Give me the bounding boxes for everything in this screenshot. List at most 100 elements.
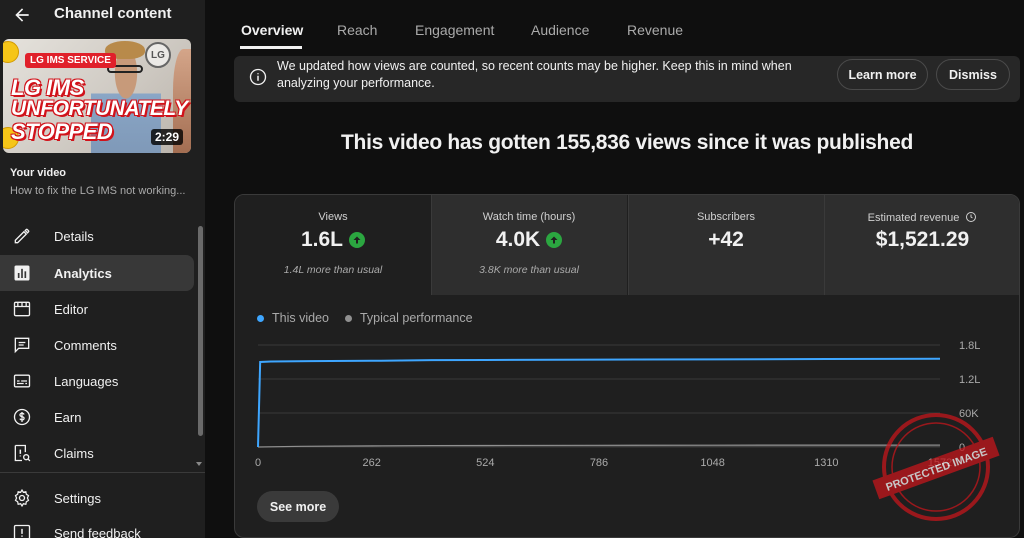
legend-dot (344, 314, 352, 322)
clock-icon (966, 212, 977, 222)
y-tick-label: 1.2L (959, 374, 980, 386)
arrow-up-icon (546, 232, 563, 248)
metric-value: 4.0K (495, 228, 541, 251)
thumbnail-text-line2: UNFORTUNATELY (11, 97, 188, 120)
sidebar-item-editor[interactable]: Editor (0, 291, 194, 327)
pencil-icon (11, 225, 33, 247)
y-tick-label: 1.8L (959, 340, 980, 352)
sidebar-item-send-feedback[interactable]: Send feedback (0, 515, 194, 538)
legend-label: Typical performance (359, 311, 473, 325)
tab-engagement[interactable]: Engagement (415, 22, 494, 38)
banner-message: We updated how views are counted, so rec… (277, 59, 792, 90)
thumbnail-text-line3: STOPPED (11, 119, 113, 144)
metric-label: Subscribers (696, 211, 756, 223)
sidebar-item-label: Earn (54, 409, 82, 425)
sidebar-item-label: Details (54, 228, 94, 244)
sidebar-item-languages[interactable]: Languages (0, 363, 194, 399)
comments-icon (11, 334, 33, 356)
x-tick-label: 1048 (700, 457, 724, 469)
sidebar-scrollbar[interactable] (198, 226, 203, 436)
tab-audience[interactable]: Audience (531, 22, 589, 38)
back-button[interactable] (10, 3, 34, 27)
legend-dot (257, 314, 264, 322)
metric-value: $1,521.29 (875, 228, 970, 251)
sidebar: Channel content LG LG IMS SERVICE LG IMS… (0, 0, 205, 538)
metric-separator (824, 195, 825, 295)
learn-more-button[interactable]: Learn more (837, 59, 928, 90)
metric-separator (431, 195, 432, 295)
metric-comparison: 3.8K more than usual (479, 264, 579, 276)
feedback-icon (11, 522, 33, 538)
sidebar-item-details[interactable]: Details (0, 218, 194, 254)
metric-value: +42 (708, 228, 744, 251)
series-this-video-line (257, 357, 941, 448)
video-title[interactable]: How to fix the LG IMS not working... (10, 185, 195, 197)
sidebar-item-settings[interactable]: Settings (0, 480, 194, 516)
subtitles-icon (11, 370, 33, 392)
stamp-text: PROTECTED IMAGE (884, 446, 989, 494)
analytics-page: Channel content LG LG IMS SERVICE LG IMS… (0, 0, 1024, 538)
metric-value-row: +42 (628, 228, 824, 252)
dollar-icon (11, 406, 33, 428)
emoji-icon (3, 41, 19, 63)
video-duration: 2:29 (150, 129, 183, 145)
video-thumbnail[interactable]: LG LG IMS SERVICE LG IMS UNFORTUNATELY S… (3, 39, 191, 153)
claims-icon (11, 442, 33, 464)
legend-item-this-video[interactable]: This video (257, 311, 329, 325)
legend-item-typical[interactable]: Typical performance (344, 311, 473, 325)
your-video-label: Your video (10, 167, 67, 179)
lg-logo: LG (145, 42, 171, 68)
sidebar-item-label: Claims (54, 445, 94, 461)
metric-value-row: 4.0K (431, 228, 627, 252)
tab-revenue[interactable]: Revenue (627, 22, 683, 38)
sidebar-item-label: Languages (54, 373, 119, 389)
sidebar-item-label: Settings (54, 490, 101, 506)
thumbnail-service-tag: LG IMS SERVICE (25, 53, 116, 68)
metric-separator (628, 195, 629, 295)
metric-tabs: Views 1.6L 1.4L more than usual Watch ti… (235, 195, 1019, 295)
info-icon (249, 68, 267, 86)
metric-watch-time[interactable]: Watch time (hours) 4.0K 3.8K more than u… (431, 195, 627, 295)
page-headline: This video has gotten 155,836 views sinc… (341, 131, 913, 154)
sidebar-divider (0, 472, 205, 473)
x-tick-label: 524 (476, 457, 494, 469)
analytics-icon (11, 262, 33, 284)
sidebar-item-earn[interactable]: Earn (0, 399, 194, 435)
metric-label: Views (318, 211, 348, 223)
x-tick-label: 786 (590, 457, 608, 469)
sidebar-item-analytics[interactable]: Analytics (0, 255, 194, 291)
metric-value-row: 1.6L (235, 228, 431, 252)
metric-views[interactable]: Views 1.6L 1.4L more than usual (235, 195, 431, 295)
editor-icon (11, 298, 33, 320)
sidebar-item-claims[interactable]: Claims (0, 435, 194, 471)
chart-legend: This video Typical performance (257, 311, 489, 325)
legend-label: This video (272, 311, 329, 325)
sidebar-item-label: Analytics (54, 265, 112, 281)
tab-overview[interactable]: Overview (241, 22, 303, 38)
info-banner: We updated how views are counted, so rec… (234, 56, 1020, 102)
sidebar-title: Channel content (54, 5, 172, 22)
sidebar-item-label: Comments (54, 337, 117, 353)
protected-image-stamp: PROTECTED IMAGE (872, 413, 1000, 521)
metric-label-text: Estimated revenue (867, 212, 960, 224)
see-more-button[interactable]: See more (257, 491, 339, 522)
x-tick-label: 262 (362, 457, 380, 469)
sidebar-item-comments[interactable]: Comments (0, 327, 194, 363)
arrow-up-icon (349, 232, 366, 248)
metric-label: Watch time (hours) (482, 211, 576, 223)
sidebar-item-label: Editor (54, 301, 88, 317)
dismiss-button[interactable]: Dismiss (936, 59, 1010, 90)
metric-label: Estimated revenue (824, 211, 1019, 224)
metric-comparison: 1.4L more than usual (283, 264, 383, 276)
x-tick-label: 0 (255, 457, 261, 469)
tab-reach[interactable]: Reach (337, 22, 377, 38)
scroll-down-icon[interactable] (196, 462, 202, 466)
metric-estimated-revenue[interactable]: Estimated revenue $1,521.29 (824, 195, 1019, 295)
sidebar-item-label: Send feedback (54, 525, 141, 538)
gear-icon (11, 487, 33, 509)
metric-value: 1.6L (300, 228, 344, 251)
x-tick-label: 1310 (814, 457, 838, 469)
metric-value-row: $1,521.29 (824, 228, 1019, 252)
active-tab-indicator (240, 46, 302, 49)
metric-subscribers[interactable]: Subscribers +42 (628, 195, 824, 295)
